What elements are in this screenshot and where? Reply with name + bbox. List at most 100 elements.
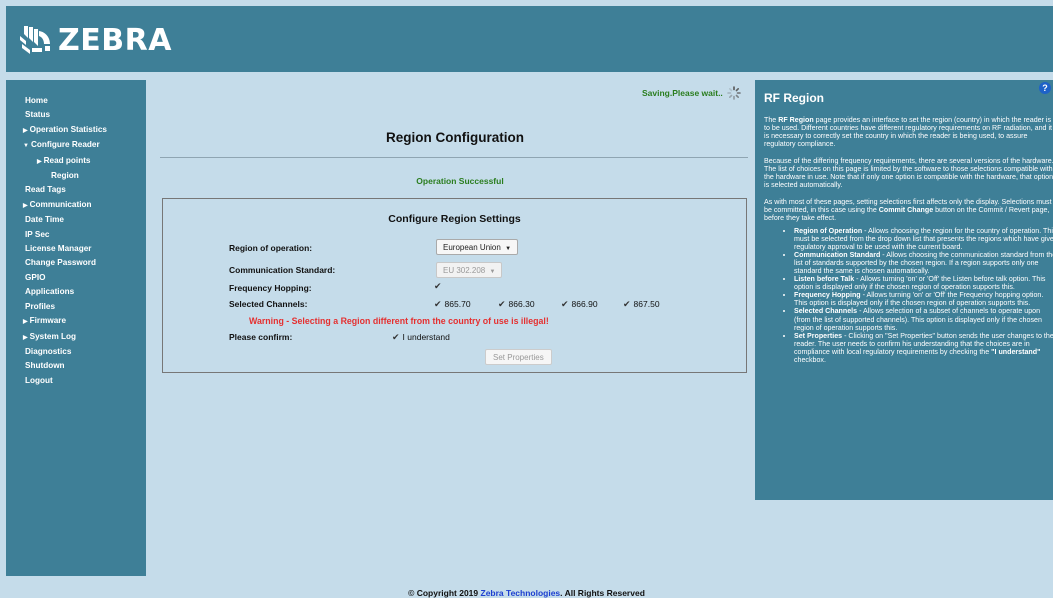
help-panel: ? RF Region The RF Region page provides …: [755, 80, 1053, 500]
nav-change-password[interactable]: Change Password: [6, 256, 146, 270]
help-bold: Communication Standard: [794, 250, 881, 259]
confirm-label: Please confirm:: [229, 332, 293, 342]
chevron-down-icon: ▼: [489, 269, 496, 275]
hopping-label: Frequency Hopping:: [229, 283, 312, 293]
help-title: RF Region: [764, 91, 824, 105]
channel-value: 866.90: [571, 299, 598, 309]
standard-label: Communication Standard:: [229, 265, 336, 275]
page-title: Region Configuration: [386, 130, 524, 145]
success-message: Operation Successful: [416, 176, 504, 186]
help-bold: Frequency Hopping: [794, 291, 861, 300]
copyright-text: . All Rights Reserved: [560, 588, 645, 598]
main-content: Saving.Please wait.. Region Configuratio…: [160, 80, 750, 580]
channels-label: Selected Channels:: [229, 299, 308, 309]
nav-read-tags[interactable]: Read Tags: [6, 183, 146, 197]
help-text: checkbox.: [794, 356, 826, 365]
help-list-item: Set Properties - Clicking on "Set Proper…: [794, 332, 1053, 364]
channel-value: 866.30: [508, 299, 535, 309]
frequency-hopping-checkbox[interactable]: ✔: [434, 281, 442, 292]
copyright-text: © Copyright 2019: [408, 588, 481, 598]
loading-spinner-icon: [726, 86, 741, 100]
brand-name: ZEBRA: [58, 23, 172, 58]
illegal-region-warning: Warning - Selecting a Region different f…: [249, 316, 549, 326]
help-list-item: Frequency Hopping - Allows turning 'on' …: [794, 291, 1053, 307]
channel-value: 867.50: [633, 299, 660, 309]
channel-checkbox[interactable]: ✔ 866.30: [498, 299, 535, 310]
divider: [160, 157, 748, 158]
check-icon: ✔: [392, 332, 400, 342]
nav-firmware[interactable]: ▶ Firmware: [6, 314, 146, 329]
understand-checkbox[interactable]: ✔ I understand: [392, 332, 450, 343]
help-body: The RF Region page provides an interface…: [764, 116, 1053, 364]
nav-label: Communication: [29, 199, 92, 209]
nav-label: System Log: [29, 331, 77, 341]
nav-license-manager[interactable]: License Manager: [6, 242, 146, 256]
nav-gpio[interactable]: GPIO: [6, 271, 146, 285]
header-bar: ZEBRA: [6, 6, 1053, 72]
zebra-link[interactable]: Zebra Technologies: [481, 588, 561, 598]
understand-label: I understand: [402, 332, 450, 342]
help-bold: RF Region: [778, 116, 814, 124]
channel-checkbox[interactable]: ✔ 866.90: [561, 299, 598, 310]
copyright-footer: © Copyright 2019 Zebra Technologies. All…: [0, 588, 1053, 598]
region-settings-panel: Configure Region Settings Region of oper…: [162, 198, 747, 373]
help-bold: "I understand": [991, 347, 1041, 356]
region-label: Region of operation:: [229, 243, 313, 253]
nav-applications[interactable]: Applications: [6, 285, 146, 299]
saving-text: Saving.Please wait..: [642, 88, 723, 98]
set-properties-button[interactable]: Set Properties: [485, 349, 552, 365]
check-icon: ✔: [434, 299, 442, 309]
nav-label: Operation Statistics: [29, 124, 107, 134]
help-bold: Selected Channels: [794, 307, 858, 316]
chevron-down-icon: ▼: [505, 246, 512, 252]
nav-date-time[interactable]: Date Time: [6, 213, 146, 227]
caret-right-icon: ▶: [23, 319, 28, 326]
caret-down-icon: ▼: [23, 143, 29, 150]
nav-logout[interactable]: Logout: [6, 374, 146, 388]
region-value: European Union: [443, 243, 501, 252]
standard-select[interactable]: EU 302.208 ▼: [436, 262, 503, 278]
nav-status[interactable]: Status: [6, 108, 146, 122]
nav-label: Read points: [43, 155, 91, 165]
sidebar-nav: Home Status ▶ Operation Statistics ▼ Confi…: [6, 80, 146, 576]
nav-communication[interactable]: ▶ Communication: [6, 198, 146, 213]
help-paragraph: Because of the differing frequency requi…: [764, 156, 1053, 190]
help-list-item: Listen before Talk - Allows turning 'on'…: [794, 275, 1053, 291]
channel-value: 865.70: [444, 299, 471, 309]
help-paragraph: The RF Region page provides an interface…: [764, 116, 1053, 148]
check-icon: ✔: [498, 299, 506, 309]
help-list-item: Selected Channels - Allows selection of …: [794, 307, 1053, 331]
nav-system-log[interactable]: ▶ System Log: [6, 330, 146, 345]
saving-status: Saving.Please wait..: [642, 86, 741, 100]
help-icon[interactable]: ?: [1039, 82, 1051, 94]
standard-value: EU 302.208: [443, 266, 486, 275]
nav-read-points[interactable]: ▶ Read points: [6, 154, 146, 169]
caret-right-icon: ▶: [23, 127, 28, 134]
nav-shutdown[interactable]: Shutdown: [6, 359, 146, 373]
region-select[interactable]: European Union ▼: [436, 239, 519, 255]
check-icon: ✔: [623, 299, 631, 309]
nav-home[interactable]: Home: [6, 94, 146, 108]
nav-configure-reader[interactable]: ▼ Configure Reader: [6, 138, 146, 153]
help-paragraph: As with most of these pages, setting sel…: [764, 198, 1053, 222]
caret-right-icon: ▶: [23, 202, 28, 209]
nav-ip-sec[interactable]: IP Sec: [6, 228, 146, 242]
caret-right-icon: ▶: [37, 158, 42, 165]
nav-operation-statistics[interactable]: ▶ Operation Statistics: [6, 123, 146, 138]
caret-right-icon: ▶: [23, 334, 28, 341]
nav-diagnostics[interactable]: Diagnostics: [6, 345, 146, 359]
channel-checkbox[interactable]: ✔ 865.70: [434, 299, 471, 310]
nav-profiles[interactable]: Profiles: [6, 300, 146, 314]
help-bold: Region of Operation: [794, 226, 863, 235]
channel-checkbox[interactable]: ✔ 867.50: [623, 299, 660, 310]
help-list-item: Communication Standard - Allows choosing…: [794, 251, 1053, 275]
nav-label: Configure Reader: [30, 140, 100, 150]
nav-label: Firmware: [29, 316, 67, 326]
zebra-head-icon: [20, 26, 50, 54]
help-bold: Listen before Talk: [794, 275, 855, 284]
help-list-item: Region of Operation - Allows choosing th…: [794, 227, 1053, 251]
zebra-logo[interactable]: ZEBRA: [18, 24, 172, 58]
nav-region[interactable]: Region: [6, 169, 146, 183]
help-text: The: [764, 116, 779, 124]
help-list: Region of Operation - Allows choosing th…: [764, 227, 1053, 365]
